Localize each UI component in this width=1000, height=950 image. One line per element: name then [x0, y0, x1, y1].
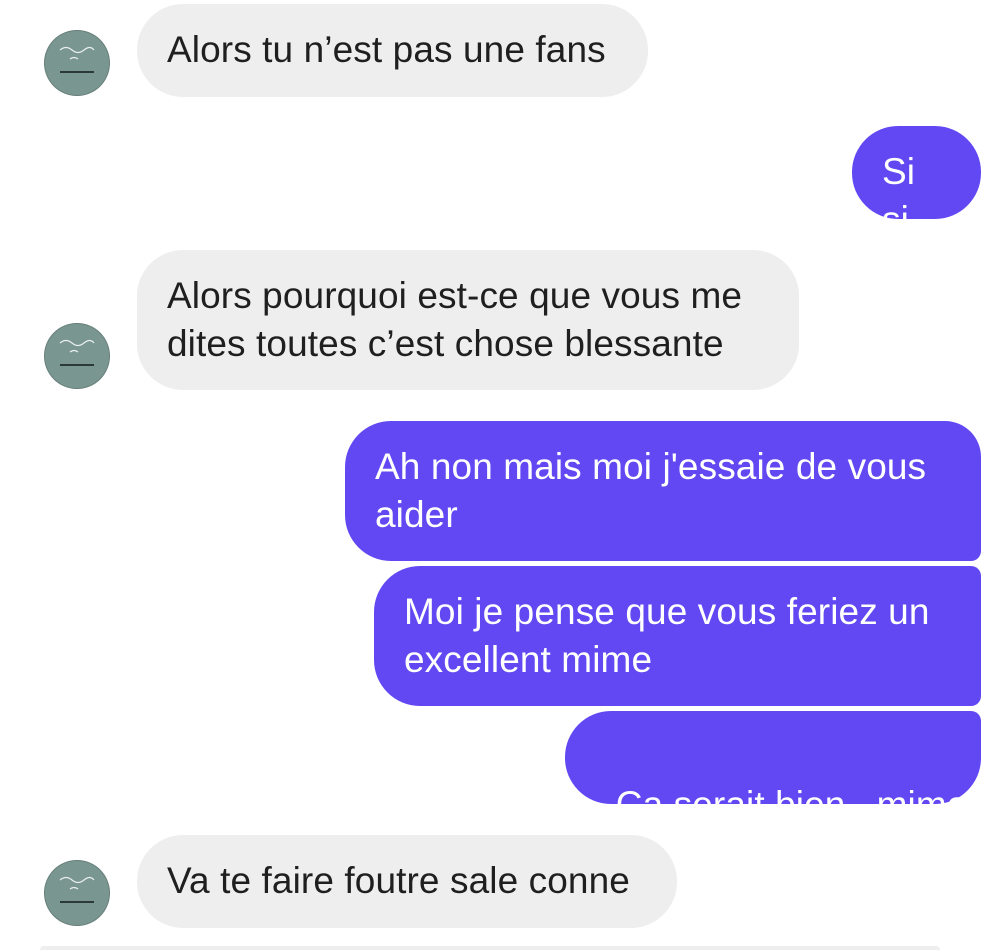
message-bubble-incoming[interactable]: Alors pourquoi est-ce que vous me dites … [137, 250, 799, 390]
message-bubble-outgoing[interactable]: Ah non mais moi j'essaie de vous aider [345, 421, 981, 561]
message-text: Si si [882, 151, 916, 240]
message-bubble-outgoing[interactable]: Ca serait bien, mime [565, 711, 981, 825]
message-bubble-outgoing[interactable]: Si si [852, 126, 981, 240]
message-text: Ca serait bien, mime [615, 784, 968, 825]
message-text: Alors pourquoi est-ce que vous me dites … [167, 275, 743, 364]
contact-avatar-icon[interactable] [44, 323, 110, 389]
contact-avatar-icon[interactable] [44, 860, 110, 926]
message-text: Moi je pense que vous feriez un excellen… [404, 591, 930, 680]
message-text: Va te faire foutre sale conne [167, 860, 630, 901]
message-text: Alors tu n’est pas une fans [167, 29, 606, 70]
next-message-edge [40, 946, 940, 950]
message-bubble-incoming[interactable]: Alors tu n’est pas une fans [137, 4, 648, 97]
contact-avatar-icon[interactable] [44, 30, 110, 96]
message-bubble-outgoing[interactable]: Moi je pense que vous feriez un excellen… [374, 566, 981, 706]
message-text: Ah non mais moi j'essaie de vous aider [375, 446, 927, 535]
message-bubble-incoming[interactable]: Va te faire foutre sale conne [137, 835, 677, 928]
